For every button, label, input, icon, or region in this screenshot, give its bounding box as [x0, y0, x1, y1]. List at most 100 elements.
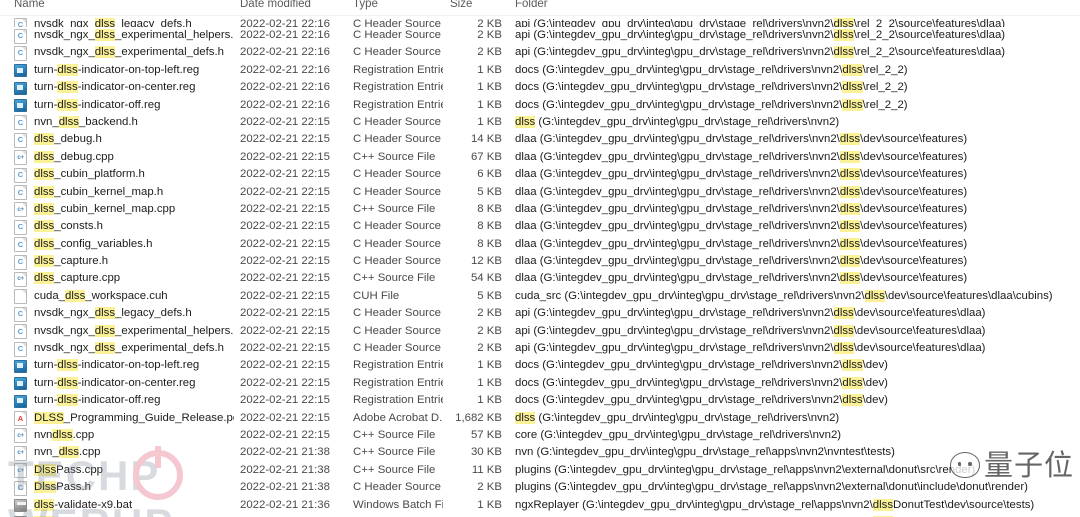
table-row[interactable]: c+ dlss_capture.cpp 2022-02-21 22:15 C++ So…	[0, 270, 1080, 287]
file-icon-cell	[14, 62, 30, 79]
file-name-cell[interactable]: DlssPass.cpp	[34, 462, 234, 479]
file-name-cell[interactable]: nvsdk_ngx_dlss_legacy_defs.h	[34, 305, 234, 322]
table-row[interactable]: C DlssPass.h 2022-02-21 21:38 C Header Sour…	[0, 479, 1080, 496]
file-size-cell: 8 KB	[477, 220, 502, 233]
file-icon-cell	[14, 79, 30, 96]
table-row[interactable]: turn-dlss-indicator-off.reg 2022-02-21 22…	[0, 97, 1080, 114]
column-header-size[interactable]: Size	[450, 0, 472, 10]
column-header-date[interactable]: Date modified	[240, 0, 311, 10]
table-row[interactable]: Cdlss_cubin_kernel_map.h 2022-02-21 22:15…	[0, 184, 1080, 201]
file-date-cell: 2022-02-21 22:16	[240, 46, 330, 59]
file-size-cell: 57 KB	[470, 428, 502, 441]
file-icon-cell: C	[14, 479, 30, 496]
file-name-cell[interactable]: nvsdk_ngx_dlss_experimental_defs.h	[34, 44, 234, 61]
table-row[interactable]: turn-dlss-indicator-on-top-left.reg 2022-…	[0, 62, 1080, 79]
file-size-cell: 2 KB	[477, 29, 502, 41]
table-row[interactable]: Cnvn_dlss_backend.h 2022-02-21 22:15 C Hea…	[0, 114, 1080, 131]
file-folder-cell: docs (G:\integdev_gpu_drv\integ\gpu_drv\…	[515, 359, 888, 372]
file-folder-cell: docs (G:\integdev_gpu_drv\integ\gpu_drv\…	[515, 81, 908, 94]
file-name-cell[interactable]: dlss-validate-x9.bat	[34, 497, 234, 514]
file-name-cell[interactable]: turn-dlss-indicator-on-center.reg	[34, 79, 234, 96]
table-row[interactable]: turn-dlss-indicator-off.reg 2022-02-21 22…	[0, 392, 1080, 409]
file-name-cell[interactable]: dlss_cubin_kernel_map.h	[34, 184, 234, 201]
file-name-cell[interactable]: turn-dlss-indicator-off.reg	[34, 392, 234, 409]
cpp-source-file-icon: c+	[14, 445, 27, 461]
file-icon-cell	[14, 357, 30, 374]
table-row[interactable]: c+ dlss_cubin_kernel_map.cpp 2022-02-21 22…	[0, 201, 1080, 218]
file-date-cell: 2022-02-21 22:15	[240, 307, 330, 320]
table-row[interactable]: c+ dlss_debug.cpp 2022-02-21 22:15 C++ Sour…	[0, 149, 1080, 166]
file-icon-cell: c+	[14, 462, 30, 479]
file-date-cell: 2022-02-21 22:15	[240, 185, 330, 198]
table-row[interactable]: Cdlss_consts.h 2022-02-21 22:15 C Header S…	[0, 218, 1080, 235]
table-row[interactable]: cuda_dlss_workspace.cuh 2022-02-21 22:15 C…	[0, 288, 1080, 305]
file-date-cell: 2022-02-21 22:16	[240, 18, 330, 27]
file-folder-cell: docs (G:\integdev_gpu_drv\integ\gpu_drv\…	[515, 98, 908, 111]
file-name-cell[interactable]: turn-dlss-indicator-off.reg	[34, 97, 234, 114]
file-name-cell[interactable]: nvsdk_ngx_dlss_experimental_defs.h	[34, 340, 234, 357]
file-folder-cell: ngxReplayer (G:\integdev_gpu_drv\integ\g…	[515, 498, 1035, 511]
column-header-type[interactable]: Type	[353, 0, 378, 10]
file-name-cell[interactable]: dlss_consts.h	[34, 218, 234, 235]
file-icon-cell: c+	[14, 201, 30, 218]
file-icon-cell: C	[14, 218, 30, 235]
file-name-cell[interactable]: turn-dlss-indicator-on-top-left.reg	[34, 62, 234, 79]
file-name-cell[interactable]: turn-dlss-indicator-on-top-left.reg	[34, 357, 234, 374]
table-row[interactable]: Cnvsdk_ngx_dlss_experimental_defs.h 2022-…	[0, 340, 1080, 357]
table-row[interactable]: c+ nvndlss.cpp 2022-02-21 22:15 C++ Source …	[0, 427, 1080, 444]
file-date-cell: 2022-02-21 22:15	[240, 428, 330, 441]
file-name-cell[interactable]: dlss_config_variables.h	[34, 236, 234, 253]
file-name-cell[interactable]: dlss_capture.cpp	[34, 270, 234, 287]
table-row[interactable]: turn-dlss-indicator-on-center.reg 2022-02…	[0, 375, 1080, 392]
file-name-cell[interactable]: dlss_debug.h	[34, 131, 234, 148]
file-name-cell[interactable]: dlss_cubin_platform.h	[34, 166, 234, 183]
table-row[interactable]: turn-dlss-indicator-on-center.reg 2022-02…	[0, 79, 1080, 96]
file-folder-cell: dlaa (G:\integdev_gpu_drv\integ\gpu_drv\…	[515, 202, 968, 215]
table-row[interactable]: Cdlss_debug.h 2022-02-21 22:15 C Header So…	[0, 131, 1080, 148]
table-row[interactable]: Cnvsdk_ngx_dlss_legacy_defs.h 2022-02-21 …	[0, 16, 1080, 27]
file-name-cell[interactable]: nvn_dlss.cpp	[34, 444, 234, 461]
column-header-folder[interactable]: Folder	[515, 0, 548, 10]
file-list[interactable]: Cnvsdk_ngx_dlss_legacy_defs.h 2022-02-21 …	[0, 16, 1080, 517]
table-row[interactable]: A DLSS_Programming_Guide_Release.pdf 2022-…	[0, 410, 1080, 427]
table-row[interactable]: Cdlss_config_variables.h 2022-02-21 22:15…	[0, 236, 1080, 253]
file-name-cell[interactable]: turn-dlss-indicator-on-center.reg	[34, 375, 234, 392]
file-name-cell[interactable]: nvndlss.cpp	[34, 427, 234, 444]
registry-file-icon	[14, 63, 27, 78]
file-name-cell[interactable]: nvsdk_ngx_dlss_legacy_defs.h	[34, 16, 234, 27]
c-header-file-icon: C	[14, 17, 27, 27]
file-name-cell[interactable]: DlssPass.h	[34, 479, 234, 496]
file-icon-cell: C	[14, 16, 30, 27]
table-row[interactable]: dlss-validate-x9.bat 2022-02-21 21:36 Wind…	[0, 497, 1080, 514]
file-folder-cell: dlaa (G:\integdev_gpu_drv\integ\gpu_drv\…	[515, 255, 968, 268]
c-header-file-icon: C	[14, 254, 27, 270]
file-date-cell: 2022-02-21 21:36	[240, 498, 330, 511]
file-date-cell: 2022-02-21 22:16	[240, 81, 330, 94]
file-name-cell[interactable]: dlss_cubin_kernel_map.cpp	[34, 201, 234, 218]
table-row[interactable]: Cdlss_capture.h 2022-02-21 22:15 C Header …	[0, 253, 1080, 270]
file-name-cell[interactable]: cuda_dlss_workspace.cuh	[34, 288, 234, 305]
file-icon-cell: C	[14, 236, 30, 253]
table-row[interactable]: Cnvsdk_ngx_dlss_legacy_defs.h 2022-02-21 …	[0, 305, 1080, 322]
table-row[interactable]: Cnvsdk_ngx_dlss_experimental_helpers.h 20…	[0, 27, 1080, 44]
table-row[interactable]: Cdlss_cubin_platform.h 2022-02-21 22:15 C …	[0, 166, 1080, 183]
file-name-cell[interactable]: dlss_debug.cpp	[34, 149, 234, 166]
file-name-cell[interactable]: nvn_dlss_backend.h	[34, 114, 234, 131]
file-icon-cell: A	[14, 410, 30, 427]
table-row[interactable]: turn-dlss-indicator-on-top-left.reg 2022-…	[0, 357, 1080, 374]
file-name-cell[interactable]: nvsdk_ngx_dlss_experimental_helpers.h	[34, 27, 234, 44]
table-row[interactable]: c+ nvn_dlss.cpp 2022-02-21 21:38 C++ Source…	[0, 444, 1080, 461]
file-name-cell[interactable]: DLSS_Programming_Guide_Release.pdf	[34, 410, 234, 427]
file-icon-cell: C	[14, 27, 30, 44]
column-header-name[interactable]: Name	[14, 0, 45, 10]
file-folder-cell: dlaa (G:\integdev_gpu_drv\integ\gpu_drv\…	[515, 168, 968, 181]
table-row[interactable]: c+ DlssPass.cpp 2022-02-21 21:38 C++ Source…	[0, 462, 1080, 479]
c-header-file-icon: C	[14, 45, 27, 61]
file-name-cell[interactable]: dlss_capture.h	[34, 253, 234, 270]
table-row[interactable]: Cnvsdk_ngx_dlss_experimental_defs.h 2022-…	[0, 44, 1080, 61]
file-date-cell: 2022-02-21 22:16	[240, 29, 330, 41]
file-folder-cell: cuda_src (G:\integdev_gpu_drv\integ\gpu_…	[515, 289, 1053, 302]
registry-file-icon	[14, 98, 27, 113]
table-row[interactable]: Cnvsdk_ngx_dlss_experimental_helpers.h 20…	[0, 323, 1080, 340]
file-name-cell[interactable]: nvsdk_ngx_dlss_experimental_helpers.h	[34, 323, 234, 340]
